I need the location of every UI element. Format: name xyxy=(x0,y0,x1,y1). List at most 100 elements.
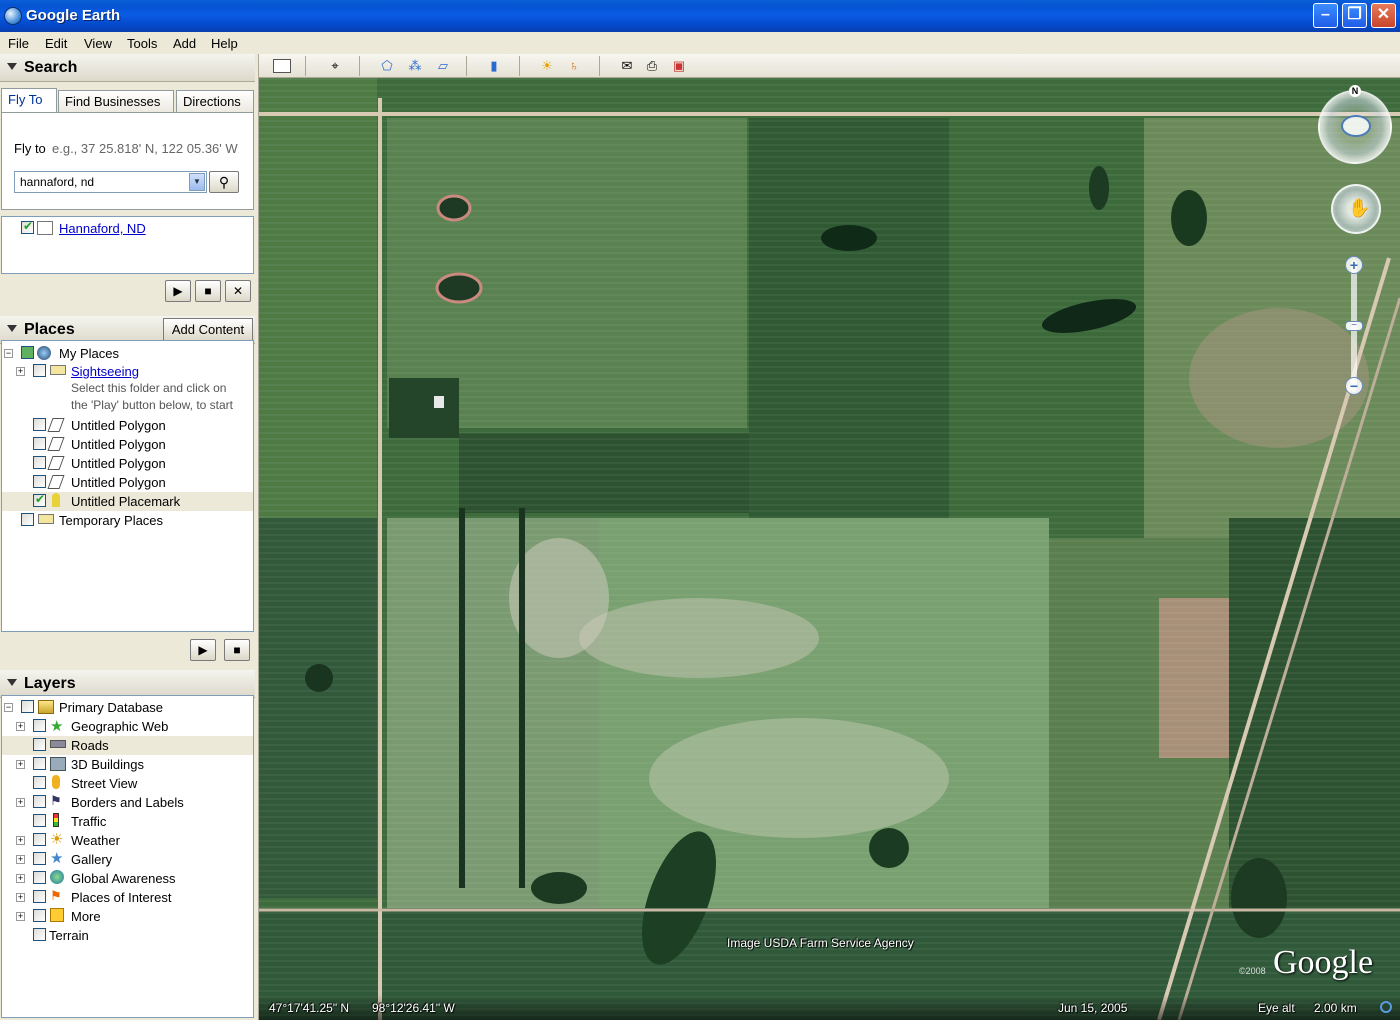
layer-checkbox[interactable] xyxy=(33,852,46,865)
layer-checkbox[interactable] xyxy=(33,890,46,903)
layer-checkbox[interactable] xyxy=(21,700,34,713)
expand-icon[interactable]: + xyxy=(16,912,25,921)
clear-button[interactable]: ✕ xyxy=(225,280,251,302)
layer-roads[interactable]: Roads xyxy=(2,736,253,755)
stop-button[interactable]: ■ xyxy=(195,280,221,302)
eye-icon[interactable] xyxy=(1341,115,1371,137)
sunlight-icon[interactable]: ☀ xyxy=(537,57,557,75)
layer-checkbox[interactable] xyxy=(33,757,46,770)
layer-checkbox[interactable] xyxy=(33,928,46,941)
stop-button[interactable]: ■ xyxy=(224,639,250,661)
ruler-icon[interactable]: ▮ xyxy=(484,57,504,75)
item-checkbox[interactable] xyxy=(33,437,46,450)
expand-icon[interactable]: + xyxy=(16,798,25,807)
result-link[interactable]: Hannaford, ND xyxy=(59,221,146,236)
folder-checkbox[interactable] xyxy=(21,346,34,359)
menu-help[interactable]: Help xyxy=(211,36,238,51)
expand-icon[interactable]: + xyxy=(16,836,25,845)
zoom-in-button[interactable]: + xyxy=(1345,256,1363,274)
layer-3d-buildings[interactable]: + 3D Buildings xyxy=(2,755,252,774)
tree-item-polygon[interactable]: Untitled Polygon xyxy=(2,454,252,473)
layer-checkbox[interactable] xyxy=(33,776,46,789)
tab-directions[interactable]: Directions xyxy=(176,90,254,112)
move-joystick[interactable]: ✋ xyxy=(1331,184,1381,234)
layer-checkbox[interactable] xyxy=(33,795,46,808)
layer-checkbox[interactable] xyxy=(33,909,46,922)
collapse-triangle-icon[interactable] xyxy=(7,325,17,332)
layer-gallery[interactable]: + ★ Gallery xyxy=(2,850,252,869)
result-row[interactable]: Hannaford, ND xyxy=(2,219,252,238)
layer-global-awareness[interactable]: + Global Awareness xyxy=(2,869,252,888)
title-bar[interactable]: Google Earth – ❐ ✕ xyxy=(0,0,1400,32)
layer-checkbox[interactable] xyxy=(33,871,46,884)
collapse-triangle-icon[interactable] xyxy=(7,63,17,70)
tab-fly-to[interactable]: Fly To xyxy=(1,88,57,112)
layer-checkbox[interactable] xyxy=(33,833,46,846)
collapse-icon[interactable]: − xyxy=(4,703,13,712)
layer-weather[interactable]: + ☀ Weather xyxy=(2,831,252,850)
tree-item-temporary-places[interactable]: Temporary Places xyxy=(2,511,252,530)
tree-link[interactable]: Sightseeing xyxy=(71,364,139,379)
tree-item-sightseeing[interactable]: + Sightseeing xyxy=(2,362,252,381)
map-view[interactable]: Image USDA Farm Service Agency ©2008 Goo… xyxy=(259,78,1400,1020)
layer-more[interactable]: + More xyxy=(2,907,252,926)
compass-north[interactable]: N xyxy=(1349,85,1361,97)
tree-item-my-places[interactable]: − My Places xyxy=(2,344,252,363)
dropdown-arrow-icon[interactable]: ▼ xyxy=(189,173,205,191)
minimize-button[interactable]: – xyxy=(1313,3,1338,28)
google-maps-icon[interactable]: ▣ xyxy=(669,57,689,75)
expand-icon[interactable]: + xyxy=(16,722,25,731)
layer-street-view[interactable]: Street View xyxy=(2,774,252,793)
zoom-slider-thumb[interactable]: − xyxy=(1345,321,1363,331)
expand-icon[interactable]: + xyxy=(16,760,25,769)
layer-places-of-interest[interactable]: + ⚑ Places of Interest xyxy=(2,888,252,907)
tree-item-polygon[interactable]: Untitled Polygon xyxy=(2,416,252,435)
expand-icon[interactable]: + xyxy=(16,855,25,864)
tab-find-businesses[interactable]: Find Businesses xyxy=(58,90,174,112)
item-checkbox[interactable] xyxy=(33,475,46,488)
menu-add[interactable]: Add xyxy=(173,36,196,51)
add-polygon-icon[interactable]: ⬠ xyxy=(377,57,397,75)
menu-tools[interactable]: Tools xyxy=(127,36,157,51)
item-checkbox[interactable] xyxy=(33,492,46,507)
expand-icon[interactable]: + xyxy=(16,874,25,883)
play-button[interactable]: ▶ xyxy=(165,280,191,302)
folder-checkbox[interactable] xyxy=(33,364,46,377)
collapse-icon[interactable]: − xyxy=(4,349,13,358)
layer-borders-labels[interactable]: + ⚑ Borders and Labels xyxy=(2,793,252,812)
maximize-button[interactable]: ❐ xyxy=(1342,3,1367,28)
add-placemark-icon[interactable]: ⌖ xyxy=(325,57,345,75)
layers-panel-header[interactable]: Layers xyxy=(0,670,255,698)
result-checkbox[interactable] xyxy=(21,219,34,234)
play-button[interactable]: ▶ xyxy=(190,639,216,661)
expand-icon[interactable]: + xyxy=(16,893,25,902)
folder-checkbox[interactable] xyxy=(21,513,34,526)
email-icon[interactable]: ✉ xyxy=(617,57,637,75)
add-path-icon[interactable]: ⁂ xyxy=(405,57,425,75)
tree-item-polygon[interactable]: Untitled Polygon xyxy=(2,435,252,454)
planets-icon[interactable]: ♄ xyxy=(564,57,584,75)
fly-to-input[interactable]: hannaford, nd ▼ xyxy=(14,171,207,193)
expand-icon[interactable]: + xyxy=(16,367,25,376)
layer-traffic[interactable]: Traffic xyxy=(2,812,252,831)
search-panel-header[interactable]: Search xyxy=(0,54,255,82)
menu-file[interactable]: File xyxy=(8,36,29,51)
search-button[interactable]: ⚲ xyxy=(209,171,239,193)
print-icon[interactable]: ⎙ xyxy=(642,57,662,75)
close-button[interactable]: ✕ xyxy=(1371,3,1396,28)
item-checkbox[interactable] xyxy=(33,456,46,469)
tree-item-primary-database[interactable]: − Primary Database xyxy=(2,698,252,717)
layer-checkbox[interactable] xyxy=(33,814,46,827)
item-checkbox[interactable] xyxy=(33,418,46,431)
add-image-overlay-icon[interactable]: ▱ xyxy=(433,57,453,75)
zoom-out-button[interactable]: − xyxy=(1345,377,1363,395)
menu-view[interactable]: View xyxy=(84,36,112,51)
layer-terrain[interactable]: Terrain xyxy=(2,926,252,945)
collapse-triangle-icon[interactable] xyxy=(7,679,17,686)
layer-geographic-web[interactable]: + ★ Geographic Web xyxy=(2,717,252,736)
sidebar-toggle-icon[interactable] xyxy=(273,59,291,73)
layer-checkbox[interactable] xyxy=(33,719,46,732)
layer-checkbox[interactable] xyxy=(33,738,46,751)
add-content-button[interactable]: Add Content xyxy=(163,318,253,341)
tree-item-placemark[interactable]: Untitled Placemark xyxy=(2,492,253,511)
